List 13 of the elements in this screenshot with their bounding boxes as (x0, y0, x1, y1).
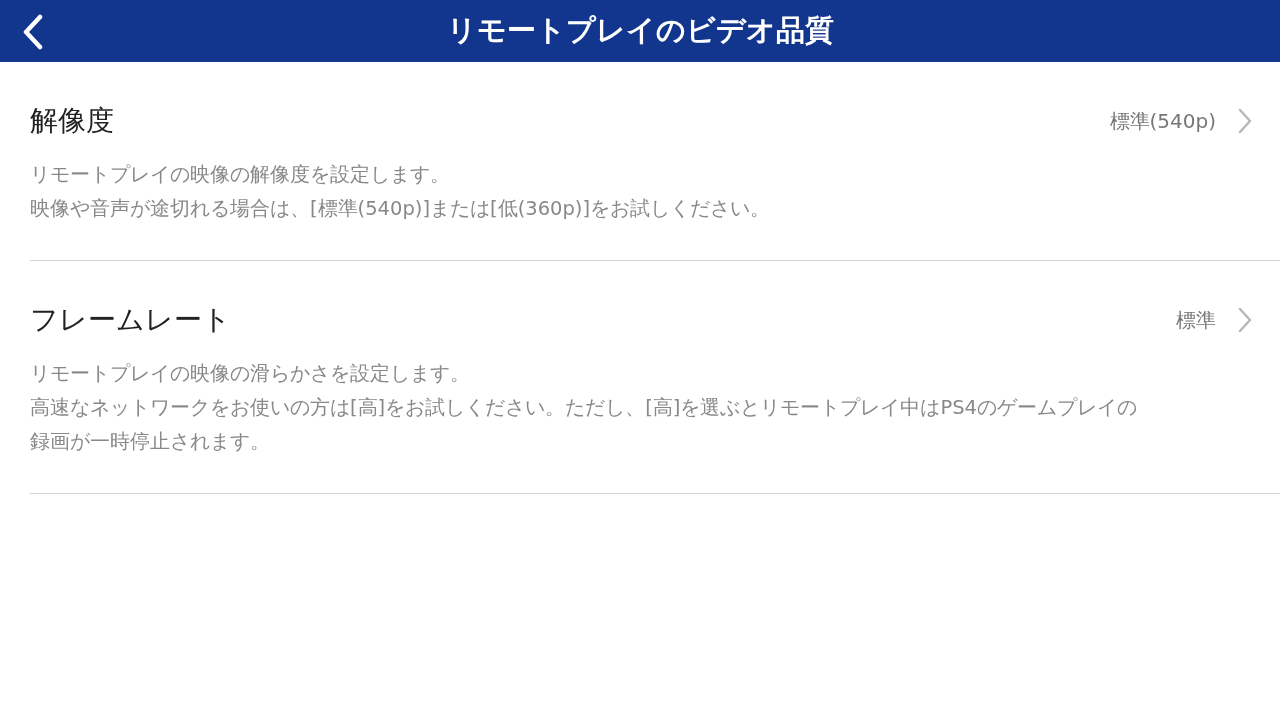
chevron-icon (1238, 307, 1252, 333)
chevron-icon (1238, 108, 1252, 134)
setting-description: 高速なネットワークをお使いの方は[高]をお試しください。ただし、[高]を選ぶとリモートプレイ中はPS4のゲームプレイの (30, 395, 1138, 421)
back-icon (22, 14, 44, 50)
setting-description: 映像や音声が途切れる場合は、[標準(540p)]または[低(360p)]をお試しください。 (30, 196, 772, 222)
setting-value-button[interactable]: 標準 (1176, 305, 1280, 335)
setting-description: リモートプレイの映像の滑らかさを設定します。 (30, 361, 471, 387)
setting-label: フレームレート (30, 302, 231, 338)
setting-value-button[interactable]: 標準(540p) (1109, 106, 1280, 136)
page-title: リモートプレイのビデオ品質 (446, 12, 834, 50)
setting-label: 解像度 (30, 103, 114, 139)
setting-description: リモートプレイの映像の解像度を設定します。 (30, 162, 451, 188)
setting-description: 録画が一時停止されます。 (30, 429, 271, 455)
